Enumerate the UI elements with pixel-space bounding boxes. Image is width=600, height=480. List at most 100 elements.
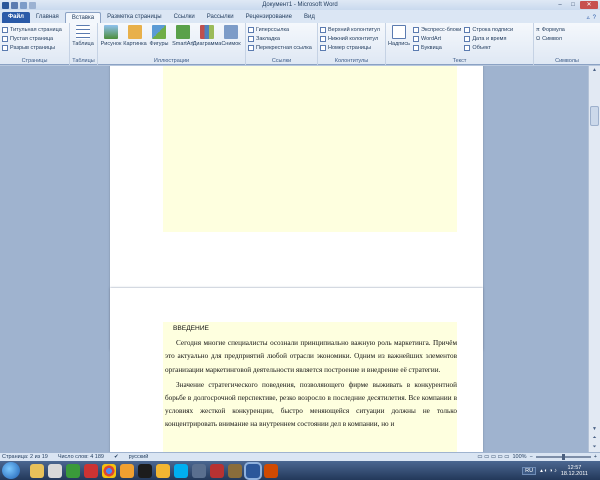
ribbon-options: ▵ ? [587,12,600,23]
tab-review[interactable]: Рецензирование [240,12,298,23]
header-button[interactable]: Верхний колонтитул [320,25,383,34]
document-text[interactable]: ВВЕДЕНИЕ Сегодня многие специалисты осоз… [165,322,457,434]
window-controls: – □ ✕ [554,1,598,9]
date-time-icon [464,35,471,42]
shapes-button[interactable]: Фигуры [148,25,170,47]
chrome-icon[interactable] [102,463,116,478]
tab-page-layout[interactable]: Разметка страницы [101,12,167,23]
aimp-icon[interactable] [156,463,170,478]
signature-line-icon [464,26,471,33]
page-break-button[interactable]: Разрыв страницы [2,43,67,52]
group-title-links: Ссылки [271,58,292,64]
wordart-icon [413,35,419,42]
media-icon[interactable] [138,463,152,478]
vertical-scrollbar[interactable]: ▲ ▼ ⏶ ⏷ [588,66,600,452]
app-icon-3[interactable] [228,463,242,478]
hyperlink-button[interactable]: Гиперссылка [248,25,315,34]
tab-home[interactable]: Главная [30,12,65,23]
skype-icon[interactable] [174,463,188,478]
redo-icon[interactable] [29,1,36,9]
tab-mailings[interactable]: Рассылки [201,12,240,23]
bookmark-icon [248,35,254,42]
page-count[interactable]: Страница: 2 из 19 [2,454,48,460]
view-mode-icons[interactable]: ▭ ▭ ▭ ▭ ▭ [477,454,509,460]
game-icon[interactable] [210,463,224,478]
close-icon[interactable]: ✕ [580,1,598,9]
smartart-button[interactable]: SmartArt [172,25,194,47]
app-icon[interactable] [84,463,98,478]
word-taskbar-icon[interactable] [246,463,260,478]
group-links: Гиперссылка Закладка Перекрестная ссылка… [246,23,318,65]
table-button[interactable]: Таблица [72,25,94,47]
language-indicator[interactable]: RU [522,466,537,475]
spellcheck-icon[interactable]: ✔ [114,454,119,460]
powerpoint-icon[interactable] [264,463,278,478]
zoom-level[interactable]: 100% [512,454,526,460]
document-area[interactable]: ВВЕДЕНИЕ Сегодня многие специалисты осоз… [0,66,588,452]
clock[interactable]: 12:57 18.12.2011 [561,465,588,477]
page-break-icon [2,44,8,51]
scroll-thumb[interactable] [590,106,599,126]
highlighted-block [163,66,457,232]
prev-page-icon[interactable]: ⏶ [589,434,600,443]
paragraph: Сегодня многие специалисты осознали прин… [165,339,457,374]
screenshot-button[interactable]: Снимок [220,25,242,47]
cover-page-button[interactable]: Титульная страница [2,25,67,34]
undo-icon[interactable] [20,1,27,9]
drop-cap-icon [413,44,419,51]
wordart-button[interactable]: WordArt [413,34,461,43]
tab-insert[interactable]: Вставка [64,12,102,23]
bookmark-button[interactable]: Закладка [248,34,315,43]
page-2[interactable]: ВВЕДЕНИЕ Сегодня многие специалисты осоз… [110,288,483,452]
chart-button[interactable]: Диаграмма [193,25,221,47]
page-number-button[interactable]: Номер страницы [320,43,383,52]
signature-line-button[interactable]: Строка подписи [464,25,513,34]
table-icon [76,25,90,39]
word-count[interactable]: Число слов: 4 189 [58,454,104,460]
equation-button[interactable]: π Формула [536,25,598,34]
zoom-in-icon[interactable]: + [594,454,597,460]
minimize-ribbon-icon[interactable]: ▵ [587,14,590,21]
blank-page-button[interactable]: Пустая страница [2,34,67,43]
tab-references[interactable]: Ссылки [168,12,201,23]
next-page-icon[interactable]: ⏷ [589,443,600,452]
save-icon[interactable] [11,1,18,9]
shapes-icon [152,25,166,39]
tab-file[interactable]: Файл [2,12,30,23]
scroll-down-icon[interactable]: ▼ [589,425,600,434]
smartart-icon [176,25,190,39]
help-icon[interactable]: ? [593,15,596,21]
tab-view[interactable]: Вид [298,12,321,23]
tray-icons[interactable]: ▴ ◐ ◑ ♪ [540,468,557,474]
zoom-slider[interactable] [535,454,591,460]
object-button[interactable]: Объект [464,43,513,52]
media-player-icon[interactable] [48,463,62,478]
symbol-button[interactable]: Ω Символ [536,34,598,43]
clipart-button[interactable]: Картинка [123,25,147,47]
date-time-button[interactable]: Дата и время [464,34,513,43]
language[interactable]: русский [129,454,149,460]
app-icon-2[interactable] [192,463,206,478]
minimize-icon[interactable]: – [554,1,566,9]
scroll-up-icon[interactable]: ▲ [589,66,600,75]
cross-reference-button[interactable]: Перекрестная ссылка [248,43,315,52]
taskbar-apps [30,463,278,478]
clock-date: 18.12.2011 [560,470,588,477]
group-header-footer: Верхний колонтитул Нижний колонтитул Ном… [318,23,386,65]
firefox-icon[interactable] [120,463,134,478]
explorer-icon[interactable] [30,463,44,478]
picture-icon [104,25,118,39]
group-title-text: Текст [452,58,467,64]
start-button[interactable] [2,462,20,479]
picture-button[interactable]: Рисунок [100,25,122,47]
clipart-icon [128,25,142,39]
word-icon[interactable] [2,1,9,9]
quick-parts-button[interactable]: Экспресс-блоки [413,25,461,34]
zoom-out-icon[interactable]: − [530,454,533,460]
header-icon [320,26,326,33]
maximize-icon[interactable]: □ [567,1,579,9]
drop-cap-button[interactable]: Буквица [413,43,461,52]
footer-button[interactable]: Нижний колонтитул [320,34,383,43]
taskbar: RU ▴ ◐ ◑ ♪ 12:57 18.12.2011 [0,461,600,480]
utorrent-icon[interactable] [66,463,80,478]
